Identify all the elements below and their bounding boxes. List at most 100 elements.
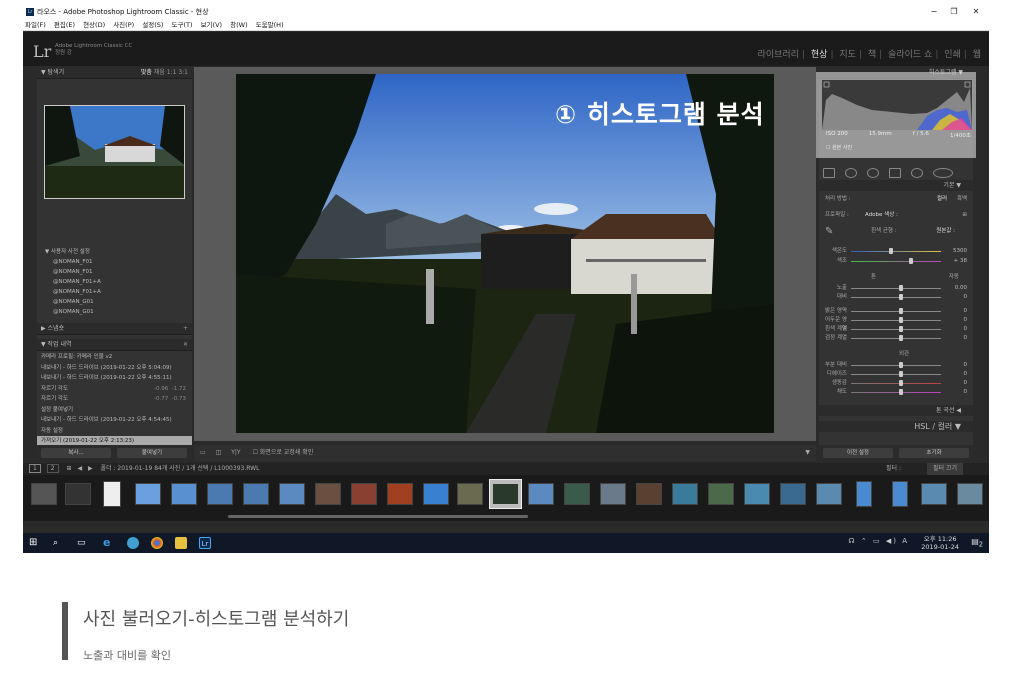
previous-settings-button[interactable]: 이전 설정 [823, 448, 893, 458]
menu-file[interactable]: 파일(F) [25, 21, 46, 29]
module-slideshow[interactable]: 슬라이드 쇼 [888, 50, 932, 60]
menu-window[interactable]: 창(W) [230, 21, 247, 29]
profile-dropdown[interactable]: Adobe 색상 : [865, 211, 898, 220]
copy-settings-button[interactable]: 복사... [41, 448, 111, 458]
filmstrip-thumb[interactable] [921, 483, 947, 505]
zoom-fit[interactable]: 맞춤 [141, 69, 152, 76]
filmstrip-thumb[interactable] [457, 483, 483, 505]
minimize-button[interactable]: − [925, 5, 943, 19]
saturation-knob[interactable] [899, 389, 903, 395]
clear-history-icon[interactable]: ✕ [183, 339, 188, 351]
auto-tone-button[interactable]: 자동 [949, 273, 959, 282]
preset-item[interactable]: @NOMAN_G01 [37, 307, 192, 317]
wb-eyedropper-icon[interactable]: ✎ [825, 227, 833, 237]
history-item[interactable]: 설정 붙여넣기 [37, 405, 192, 416]
toolbar-menu-icon[interactable]: ▼ [805, 445, 810, 461]
lightroom-taskbar-icon[interactable]: Lr [199, 537, 211, 549]
whites-knob[interactable] [899, 326, 903, 332]
zoom-fill[interactable]: 채움 [154, 69, 165, 76]
preset-item[interactable]: @NOMAN_F01+A [37, 287, 192, 297]
module-map[interactable]: 지도 [839, 50, 856, 60]
blacks-knob[interactable] [899, 335, 903, 341]
blacks-value[interactable]: 0 [964, 334, 968, 343]
filmstrip-thumb[interactable] [135, 483, 161, 505]
filmstrip-thumb[interactable] [780, 483, 806, 505]
filmstrip-thumb[interactable] [528, 483, 554, 505]
grid-view-icon[interactable]: ⊞ [67, 465, 72, 472]
texture-value[interactable]: 0 [964, 361, 968, 370]
back-arrow-icon[interactable]: ◀ [77, 465, 82, 472]
filmstrip-thumb[interactable] [207, 483, 233, 505]
shadows-knob[interactable] [899, 317, 903, 323]
notification-icon[interactable]: ▤2 [971, 537, 983, 549]
secondary-window-button[interactable]: 2 [46, 464, 59, 473]
filmstrip-thumb[interactable] [279, 483, 305, 505]
navigator-header[interactable]: ▼ 탐색기 맞춤 채움 1:1 3:1 [37, 67, 192, 79]
before-after-icon[interactable]: Y|Y [231, 449, 240, 456]
vibrance-value[interactable]: 0 [964, 379, 968, 388]
preset-item[interactable]: @NOMAN_F01 [37, 267, 192, 277]
filmstrip-thumb[interactable] [600, 483, 626, 505]
preset-item[interactable]: @NOMAN_F01+A [37, 277, 192, 287]
zoom-3-1[interactable]: 3:1 [178, 69, 188, 76]
preset-item[interactable]: @NOMAN_F01 [37, 257, 192, 267]
people-icon[interactable]: ☊ [848, 537, 856, 545]
contrast-value[interactable]: 0 [964, 293, 968, 302]
filmstrip-thumb[interactable] [708, 483, 734, 505]
soft-proof-checkbox[interactable]: ☐ [252, 449, 257, 456]
filmstrip-thumb[interactable] [636, 483, 662, 505]
contrast-knob[interactable] [899, 294, 903, 300]
add-snapshot-icon[interactable]: + [183, 323, 188, 335]
filmstrip-thumb[interactable] [65, 483, 91, 505]
history-item[interactable]: 내보내기 - 하드 드라이브 (2019-01-22 오후 4:54:45) [37, 415, 192, 426]
vibrance-knob[interactable] [899, 380, 903, 386]
saturation-value[interactable]: 0 [964, 388, 968, 397]
filmstrip-thumb[interactable] [672, 483, 698, 505]
temp-knob[interactable] [889, 248, 893, 254]
menu-edit[interactable]: 편집(E) [54, 21, 75, 29]
tone-curve-header[interactable]: 톤 곡선 ◀ [819, 405, 973, 416]
paste-settings-button[interactable]: 붙여넣기 [117, 448, 187, 458]
spot-removal-icon[interactable] [845, 168, 858, 178]
filmstrip-thumb[interactable] [957, 483, 983, 505]
history-item[interactable]: 카메라 프로필: 카메라 인물 v2 [37, 352, 192, 363]
highlights-slider[interactable]: 밝은 영역 0 [823, 307, 969, 316]
menu-settings[interactable]: 설정(S) [142, 21, 163, 29]
highlights-value[interactable]: 0 [964, 307, 968, 316]
treatment-color[interactable]: 컬러 [937, 195, 947, 204]
history-item[interactable]: 내보내기 - 하드 드라이브 (2019-01-22 오후 4:55:11) [37, 373, 192, 384]
menu-view[interactable]: 보기(V) [201, 21, 222, 29]
compare-view-icon[interactable]: ◫ [216, 449, 222, 456]
filmstrip-thumb[interactable] [856, 481, 872, 507]
reset-button[interactable]: 초기화 [899, 448, 969, 458]
forward-arrow-icon[interactable]: ▶ [88, 465, 93, 472]
highlights-knob[interactable] [899, 308, 903, 314]
taskbar-clock[interactable]: 오후 11:26 2019-01-24 [921, 535, 959, 551]
wb-dropdown[interactable]: 원본값 : [936, 227, 955, 236]
module-web[interactable]: 웹 [973, 50, 981, 60]
windows-start-icon[interactable]: ⊞ [29, 537, 41, 549]
search-icon[interactable]: ⌕ [53, 537, 65, 549]
whites-slider[interactable]: 흰색 계열 0 [823, 325, 969, 334]
saturation-slider[interactable]: 채도 0 [823, 388, 969, 397]
filmstrip-scrollbar[interactable] [228, 515, 528, 518]
preset-item[interactable]: @NOMAN_G01 [37, 297, 192, 307]
tint-slider[interactable]: 색조 + 38 [823, 257, 969, 266]
history-item[interactable]: 자르기 각도 -0.77 -0.73 [37, 394, 192, 405]
preset-group[interactable]: ▼ 사용자 사전 설정 [37, 247, 192, 257]
zoom-1-1[interactable]: 1:1 [167, 69, 177, 76]
clarity-value[interactable]: 0 [964, 370, 968, 379]
menu-photo[interactable]: 사진(P) [113, 21, 134, 29]
edge-icon[interactable]: e [103, 537, 115, 549]
filmstrip-source-info[interactable]: 폴더 : 2019-01-19 84개 사진 / 1개 선택 / L100039… [101, 465, 260, 472]
treatment-bw[interactable]: 흑백 [957, 195, 967, 204]
clarity-slider[interactable]: 디헤이즈 0 [823, 370, 969, 379]
shadows-value[interactable]: 0 [964, 316, 968, 325]
temp-value[interactable]: 5300 [953, 247, 967, 256]
filmstrip-thumb[interactable] [744, 483, 770, 505]
original-photo-toggle[interactable]: ☐ 원본 사진 [826, 144, 852, 151]
file-explorer-icon[interactable] [175, 537, 187, 549]
network-icon[interactable]: ▭ [873, 537, 882, 545]
filter-dropdown[interactable]: 필터 끄기 [927, 463, 963, 475]
tint-knob[interactable] [909, 258, 913, 264]
